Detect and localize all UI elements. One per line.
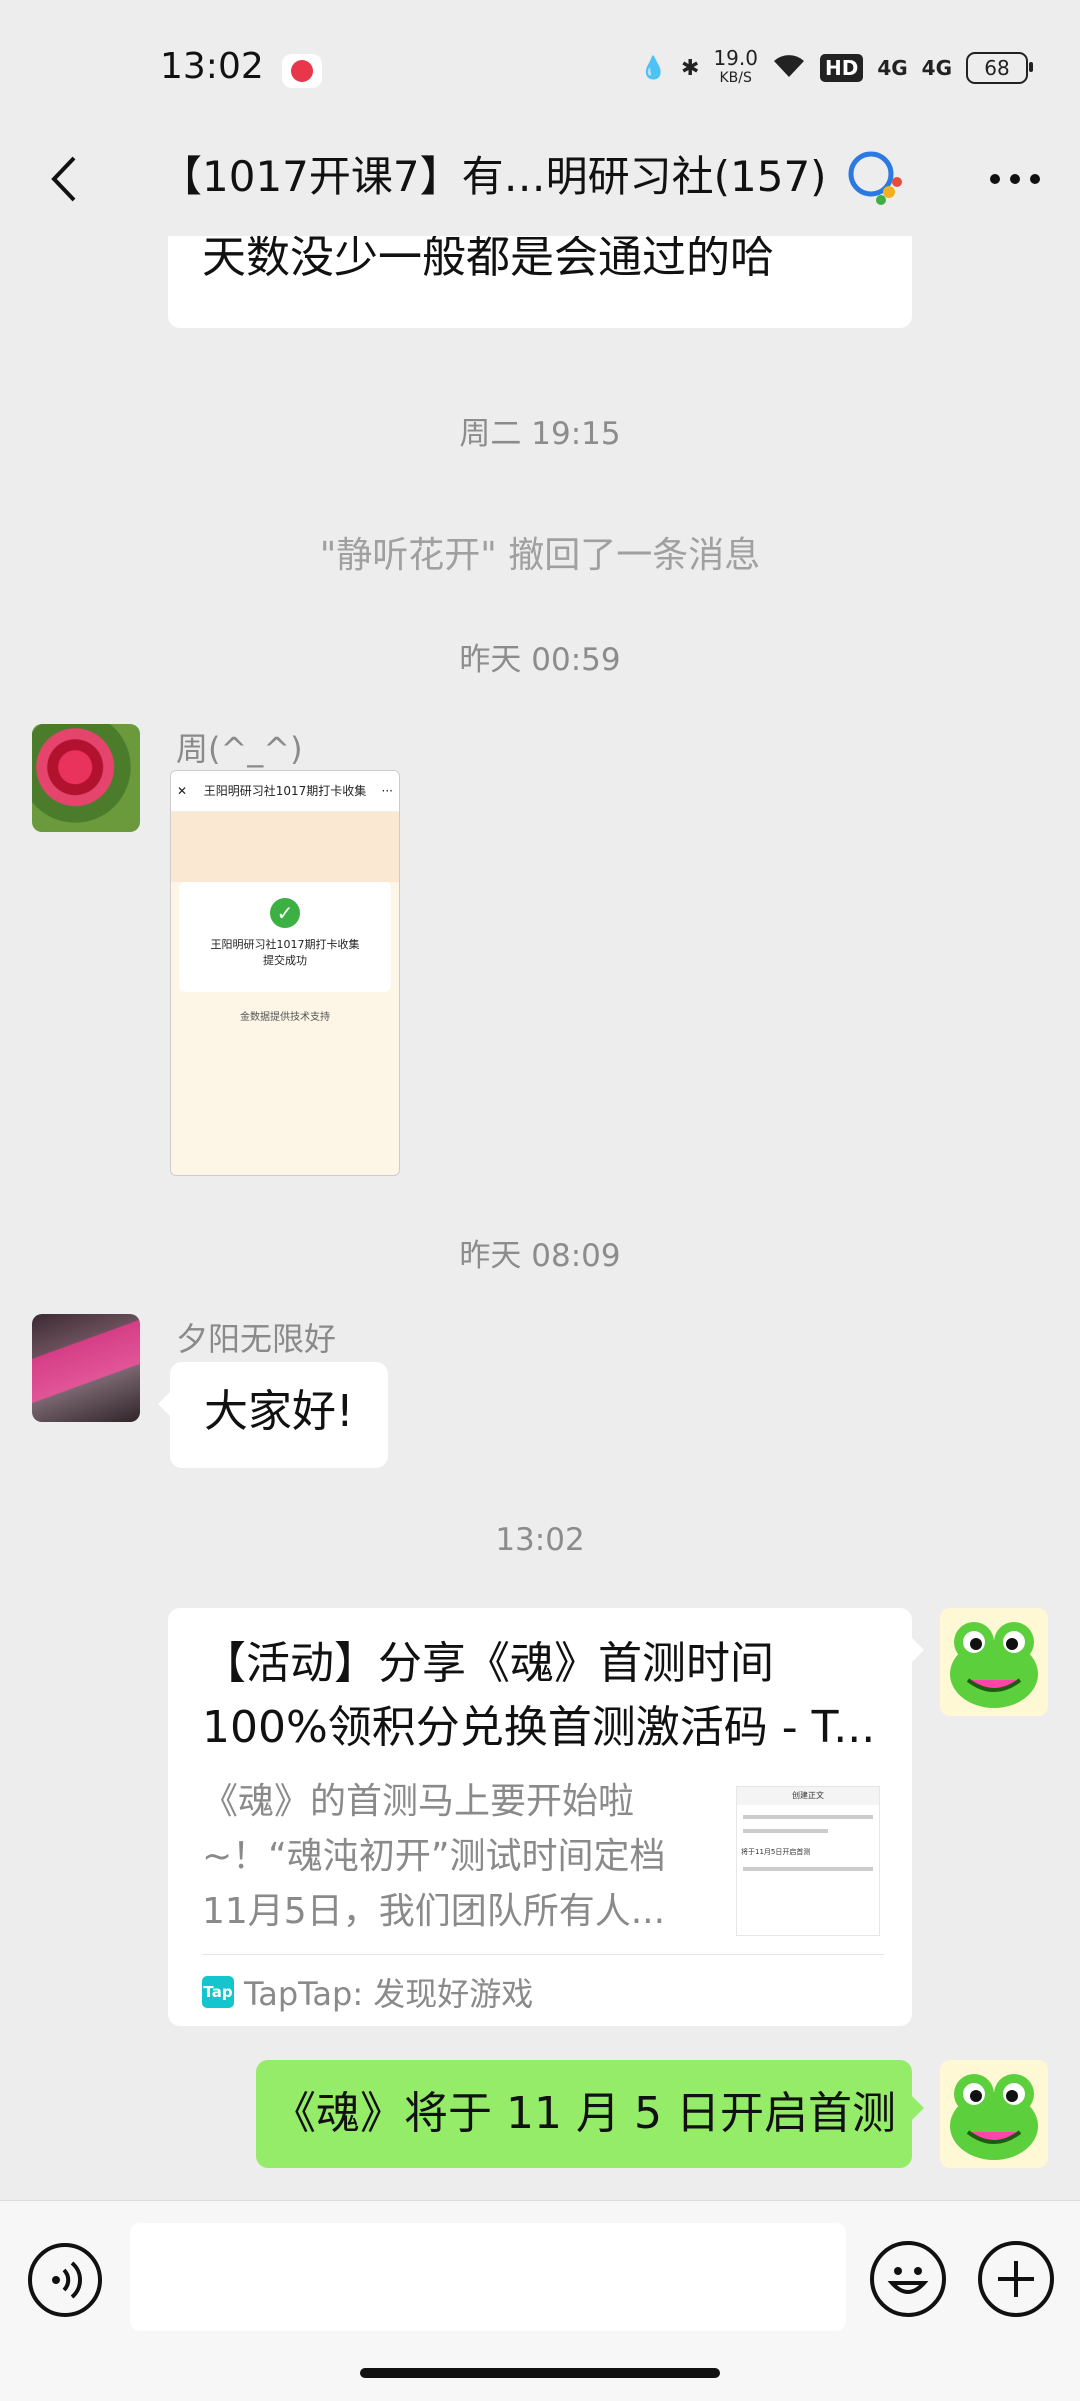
message-bubble[interactable]: 大家好!: [158, 1362, 388, 1468]
more-dots-icon: ···: [381, 784, 393, 798]
message-text: 《魂》将于 11 月 5 日开启首测: [272, 2088, 896, 2139]
link-card-message[interactable]: 【活动】分享《魂》首测时间 100%领积分兑换首测激活码 - T... 《魂》的…: [168, 1608, 924, 2026]
timestamp: 昨天 08:09: [459, 1238, 621, 1274]
wifi-icon: [772, 51, 806, 85]
sender-name: 周(^_^): [176, 730, 303, 768]
chat-title[interactable]: 【1017开课7】有…明研习社(157): [160, 146, 840, 208]
hd-badge: HD: [819, 54, 864, 82]
chat-header: 【1017开课7】有…明研习社(157): [0, 120, 1080, 236]
net-speed: 19.0 KB/S: [713, 46, 758, 86]
avatar[interactable]: [940, 2060, 1048, 2168]
home-indicator[interactable]: [360, 2368, 720, 2378]
image-title-bar: ✕ 王阳明研习社1017期打卡收集 ···: [171, 771, 399, 812]
success-box: ✓ 王阳明研习社1017期打卡收集 提交成功: [179, 882, 391, 992]
message-text: 大家好!: [204, 1386, 354, 1437]
link-source: Tap TapTap: 发现好游戏: [202, 1975, 534, 2013]
timestamp: 周二 19:15: [459, 416, 621, 452]
chat-search-icon[interactable]: [845, 148, 907, 210]
partial-message-bubble[interactable]: 天数没少一般都是会通过的哈: [168, 236, 912, 328]
timestamp: 昨天 00:59: [459, 642, 621, 678]
link-thumbnail: 创建正文 将于11月5日开启首测: [736, 1786, 880, 1936]
image-footer: 金数据提供技术支持: [240, 1012, 330, 1023]
timestamp: 13:02: [495, 1522, 585, 1558]
image-banner: [171, 812, 399, 882]
message-input[interactable]: [130, 2223, 846, 2331]
link-description: 《魂》的首测马上要开始啦~！“魂沌初开”测试时间定档11月5日，我们团队所有人.…: [202, 1781, 666, 1932]
close-icon: ✕: [177, 784, 188, 798]
avatar[interactable]: [32, 1314, 140, 1422]
voice-icon: [52, 2261, 83, 2299]
chat-area[interactable]: 天数没少一般都是会通过的哈 周二 19:15 "静听花开" 撤回了一条消息 昨天…: [0, 236, 1080, 2200]
my-message-bubble[interactable]: 《魂》将于 11 月 5 日开启首测: [256, 2060, 924, 2168]
plus-icon: [998, 2261, 1034, 2297]
plus-button[interactable]: [978, 2241, 1054, 2317]
avatar[interactable]: [32, 724, 140, 832]
back-button[interactable]: [30, 144, 100, 214]
avatar[interactable]: [940, 1608, 1048, 1716]
more-button[interactable]: [980, 148, 1050, 210]
sender-name: 夕阳无限好: [176, 1320, 337, 1358]
status-indicators: 💧 ✱ 19.0 KB/S HD 4G 4G 68: [639, 46, 1033, 90]
status-time: 13:02: [160, 46, 264, 87]
image-message[interactable]: ✕ 王阳明研习社1017期打卡收集 ··· ✓ 王阳明研习社1017期打卡收集 …: [170, 770, 400, 1176]
more-dots-icon: [990, 174, 1040, 184]
taptap-icon: Tap: [202, 1976, 234, 2008]
screen-record-icon: [282, 54, 322, 88]
emoji-button[interactable]: [870, 2241, 946, 2317]
link-title: 【活动】分享《魂》首测时间 100%领积分兑换首测激活码 - T...: [202, 1638, 876, 1753]
battery-icon: 68: [966, 52, 1033, 84]
check-icon: ✓: [270, 898, 300, 928]
bluetooth-icon: ✱: [681, 55, 700, 81]
message-text: 天数没少一般都是会通过的哈: [202, 236, 774, 283]
water-drop-icon: 💧: [639, 55, 667, 81]
status-bar: 13:02 💧 ✱ 19.0 KB/S HD 4G 4G 68: [0, 0, 1080, 140]
divider: [202, 1954, 884, 1955]
voice-button[interactable]: [28, 2243, 102, 2317]
recall-notice: "静听花开" 撤回了一条消息: [319, 535, 761, 576]
signal-4g-2: 4G: [921, 56, 952, 80]
emoji-icon: [887, 2267, 929, 2294]
back-arrow-icon: [51, 156, 76, 202]
signal-4g-1: 4G: [877, 56, 908, 80]
